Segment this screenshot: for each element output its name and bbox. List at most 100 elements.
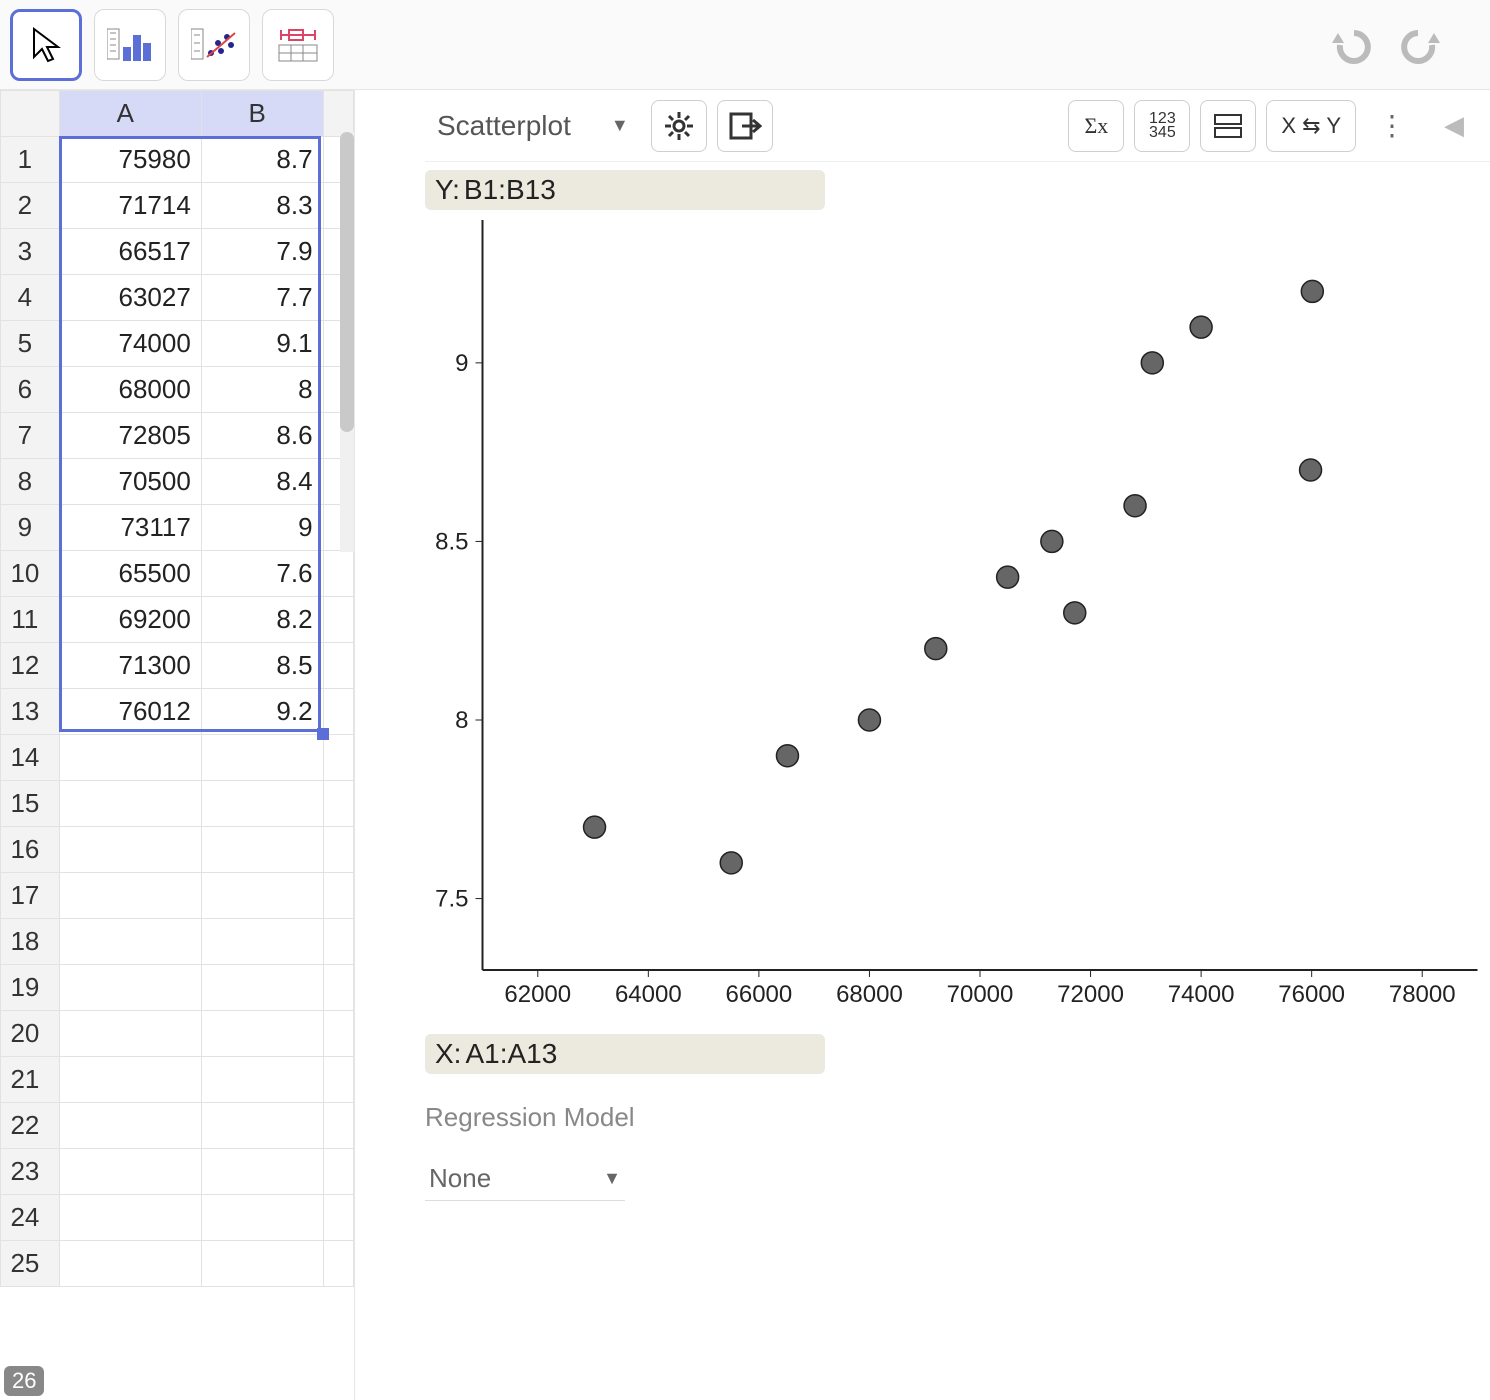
row-header[interactable]: 3: [1, 229, 60, 275]
cell[interactable]: [323, 643, 353, 689]
col-header-a[interactable]: A: [59, 91, 201, 137]
cell[interactable]: 9: [201, 505, 323, 551]
x-range-chip[interactable]: X: A1:A13: [425, 1034, 825, 1074]
cell[interactable]: [201, 873, 323, 919]
cell[interactable]: 73117: [59, 505, 201, 551]
cell[interactable]: 69200: [59, 597, 201, 643]
cell[interactable]: 8.6: [201, 413, 323, 459]
row-header[interactable]: 4: [1, 275, 60, 321]
cell[interactable]: [323, 1011, 353, 1057]
cell[interactable]: 8.4: [201, 459, 323, 505]
cell[interactable]: [59, 965, 201, 1011]
scatter-chart[interactable]: 7.588.5962000640006600068000700007200074…: [425, 210, 1490, 1020]
cell[interactable]: [59, 1057, 201, 1103]
row-header[interactable]: 8: [1, 459, 60, 505]
show-data-button[interactable]: 123345: [1134, 100, 1190, 152]
cell[interactable]: [323, 551, 353, 597]
cell[interactable]: 76012: [59, 689, 201, 735]
cell[interactable]: 75980: [59, 137, 201, 183]
corner-cell[interactable]: [1, 91, 60, 137]
col-header-b[interactable]: B: [201, 91, 323, 137]
cell[interactable]: 71300: [59, 643, 201, 689]
cell[interactable]: 66517: [59, 229, 201, 275]
row-header[interactable]: 20: [1, 1011, 60, 1057]
multi-variable-tool-button[interactable]: [262, 9, 334, 81]
two-variable-tool-button[interactable]: [178, 9, 250, 81]
spreadsheet-scrollbar[interactable]: [340, 132, 354, 552]
cell[interactable]: [323, 1103, 353, 1149]
cell[interactable]: [201, 781, 323, 827]
cell[interactable]: [323, 1241, 353, 1287]
cell[interactable]: [59, 1103, 201, 1149]
settings-button[interactable]: [651, 100, 707, 152]
col-header-c[interactable]: [323, 91, 353, 137]
cell[interactable]: [323, 965, 353, 1011]
cell[interactable]: [201, 1149, 323, 1195]
row-header[interactable]: 5: [1, 321, 60, 367]
sum-stats-button[interactable]: Σx: [1068, 100, 1124, 152]
pointer-tool-button[interactable]: [10, 9, 82, 81]
row-header[interactable]: 12: [1, 643, 60, 689]
cell[interactable]: [323, 1149, 353, 1195]
row-header[interactable]: 1: [1, 137, 60, 183]
redo-button[interactable]: [1390, 20, 1450, 70]
row-header[interactable]: 16: [1, 827, 60, 873]
cell[interactable]: 8.2: [201, 597, 323, 643]
chart-type-dropdown[interactable]: Scatterplot ▼: [425, 104, 641, 148]
cell[interactable]: [323, 1195, 353, 1241]
cell[interactable]: 71714: [59, 183, 201, 229]
cell[interactable]: 74000: [59, 321, 201, 367]
row-header[interactable]: 19: [1, 965, 60, 1011]
undo-button[interactable]: [1322, 20, 1382, 70]
cell[interactable]: [323, 919, 353, 965]
cell[interactable]: [59, 735, 201, 781]
cell[interactable]: 72805: [59, 413, 201, 459]
one-variable-tool-button[interactable]: [94, 9, 166, 81]
collapse-panel-button[interactable]: ◀: [1428, 110, 1480, 141]
cell[interactable]: [59, 919, 201, 965]
cell[interactable]: [201, 1241, 323, 1287]
cell[interactable]: 68000: [59, 367, 201, 413]
cell[interactable]: [323, 1057, 353, 1103]
cell[interactable]: 8: [201, 367, 323, 413]
cell[interactable]: 9.2: [201, 689, 323, 735]
cell[interactable]: 9.1: [201, 321, 323, 367]
row-header[interactable]: 6: [1, 367, 60, 413]
cell[interactable]: [59, 1241, 201, 1287]
cell[interactable]: [201, 1057, 323, 1103]
swap-axes-button[interactable]: X ⇆ Y: [1266, 100, 1356, 152]
row-resize-indicator[interactable]: 26: [4, 1366, 44, 1396]
row-header[interactable]: 11: [1, 597, 60, 643]
row-header[interactable]: 9: [1, 505, 60, 551]
cell[interactable]: [201, 735, 323, 781]
cell[interactable]: 7.7: [201, 275, 323, 321]
row-header[interactable]: 2: [1, 183, 60, 229]
cell[interactable]: 8.3: [201, 183, 323, 229]
cell[interactable]: 8.7: [201, 137, 323, 183]
export-button[interactable]: [717, 100, 773, 152]
cell[interactable]: [59, 1195, 201, 1241]
cell[interactable]: [201, 919, 323, 965]
cell[interactable]: [59, 1149, 201, 1195]
scrollbar-thumb[interactable]: [340, 132, 354, 432]
cell[interactable]: [323, 735, 353, 781]
row-header[interactable]: 21: [1, 1057, 60, 1103]
row-header[interactable]: 23: [1, 1149, 60, 1195]
cell[interactable]: [59, 873, 201, 919]
cell[interactable]: 65500: [59, 551, 201, 597]
cell[interactable]: [59, 827, 201, 873]
cell[interactable]: [323, 873, 353, 919]
cell[interactable]: 7.9: [201, 229, 323, 275]
row-header[interactable]: 15: [1, 781, 60, 827]
row-header[interactable]: 25: [1, 1241, 60, 1287]
cell[interactable]: [323, 597, 353, 643]
cell[interactable]: 7.6: [201, 551, 323, 597]
cell[interactable]: [323, 689, 353, 735]
spreadsheet-table[interactable]: A B 1759808.7 2717148.3 3665177.9 4630277.7…: [0, 90, 354, 1287]
row-header[interactable]: 10: [1, 551, 60, 597]
cell[interactable]: [59, 781, 201, 827]
row-header[interactable]: 7: [1, 413, 60, 459]
row-header[interactable]: 13: [1, 689, 60, 735]
cell[interactable]: 63027: [59, 275, 201, 321]
cell[interactable]: [201, 1011, 323, 1057]
